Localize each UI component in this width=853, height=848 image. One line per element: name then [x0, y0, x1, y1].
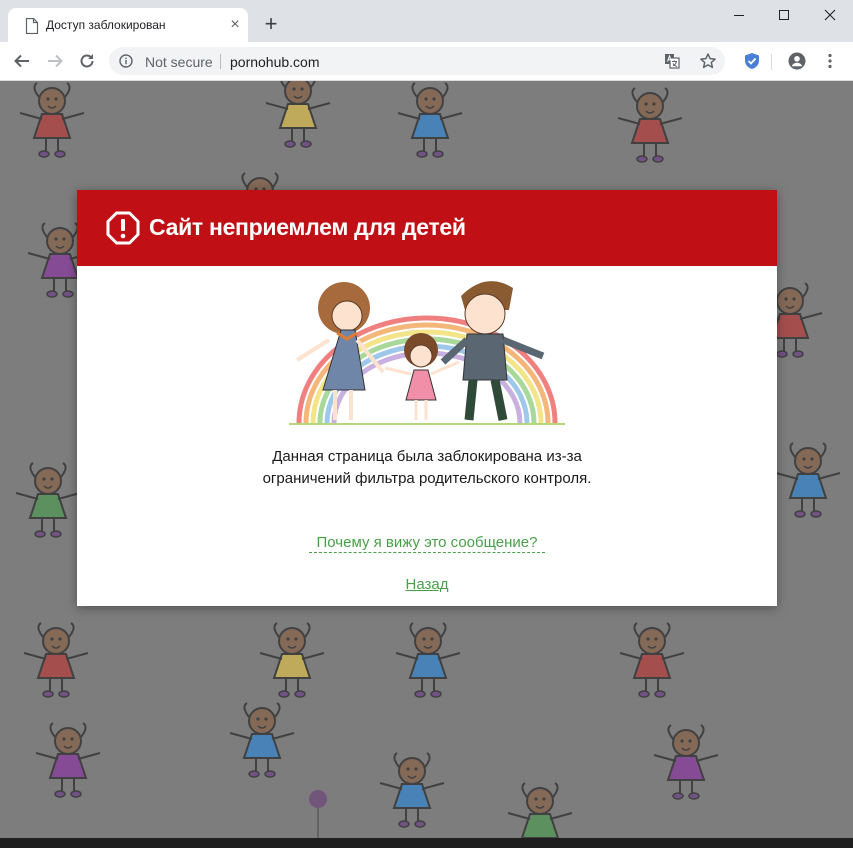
reload-icon [80, 54, 94, 68]
translate-icon[interactable] [664, 53, 680, 69]
maximize-button[interactable] [761, 0, 807, 30]
why-am-i-seeing-this-link[interactable]: Почему я вижу это сообщение? [309, 534, 545, 553]
warning-icon [106, 211, 140, 245]
message-line-2: ограничений фильтра родительского контро… [262, 470, 592, 487]
address-bar[interactable]: Not secure pornohub.com [109, 47, 725, 75]
family-rainbow-illustration [289, 281, 565, 425]
info-icon[interactable] [119, 54, 133, 68]
shield-extension-icon[interactable] [743, 52, 761, 70]
back-link[interactable]: Назад [377, 576, 477, 593]
dialog-title: Сайт неприемлем для детей [149, 214, 466, 240]
menu-kebab-icon[interactable] [821, 52, 839, 70]
url-text[interactable]: pornohub.com [230, 54, 320, 70]
omnibox-divider [220, 54, 221, 69]
arrow-right-icon [48, 54, 63, 68]
block-message: Данная страница была заблокирована из-за… [177, 446, 677, 490]
star-icon[interactable] [699, 52, 717, 70]
forward-button[interactable] [44, 50, 66, 72]
minimize-button[interactable] [716, 0, 762, 30]
toolbar-divider [771, 54, 772, 70]
dialog-header: Сайт неприемлем для детей [77, 190, 777, 266]
taskbar-strip [0, 838, 853, 848]
reload-button[interactable] [76, 50, 98, 72]
close-icon [824, 9, 836, 21]
message-line-1: Данная страница была заблокирована из-за [272, 448, 582, 465]
back-button[interactable] [11, 50, 33, 72]
close-window-button[interactable] [807, 0, 853, 30]
browser-tab[interactable]: Доступ заблокирован × [8, 8, 248, 42]
tab-title: Доступ заблокирован [46, 18, 166, 32]
security-status[interactable]: Not secure [145, 54, 213, 70]
profile-icon[interactable] [788, 52, 806, 70]
browser-toolbar: Not secure pornohub.com [0, 42, 853, 81]
tab-close-icon[interactable]: × [228, 17, 242, 33]
page-icon [25, 18, 39, 34]
arrow-left-icon [14, 54, 29, 68]
maximize-icon [779, 10, 789, 20]
browser-title-bar: Доступ заблокирован × + [0, 0, 853, 42]
blocked-page-dialog: Сайт неприемлем для детей Данная страниц… [77, 190, 777, 606]
minimize-icon [734, 15, 744, 16]
new-tab-button[interactable]: + [262, 13, 280, 35]
